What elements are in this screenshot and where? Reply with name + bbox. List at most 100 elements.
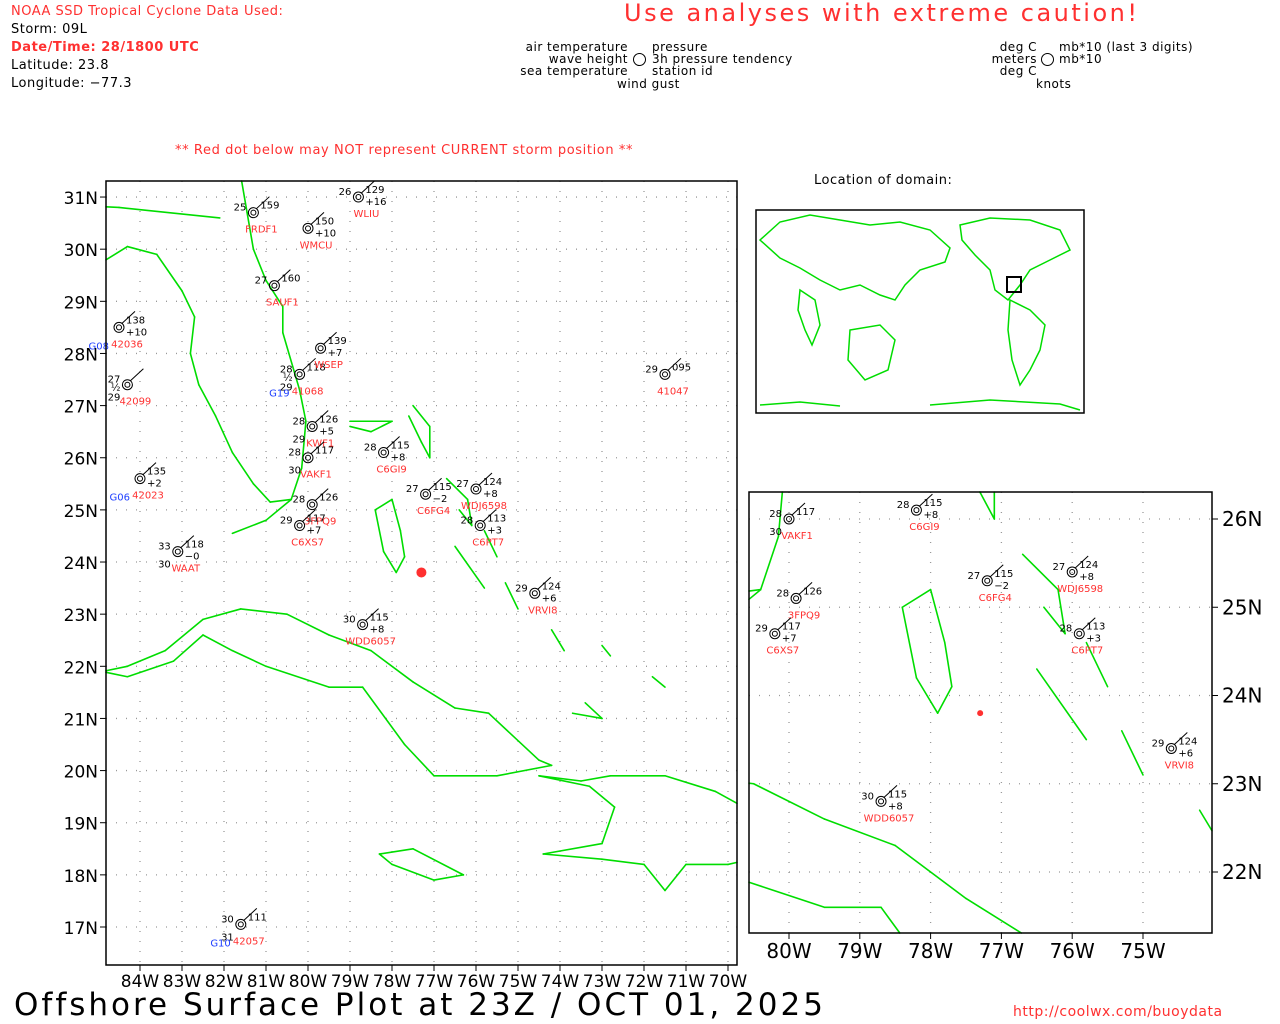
map-content: 26 129+16WLIU150+10WMCU25 159FRDF127 160SAU… <box>89 180 738 965</box>
station-plot-42099[interactable]: 27½29 42099 <box>108 368 152 408</box>
pressure: 160 <box>281 274 300 285</box>
air-temperature: 28 <box>364 443 377 454</box>
station-inner-circle-icon <box>422 491 429 498</box>
station-id: C6PT7 <box>1071 646 1103 657</box>
air-temperature: 28 <box>460 516 473 527</box>
station-plot-WDD6057[interactable]: 30 115+8WDD6057 <box>861 785 914 824</box>
station-inner-circle-icon <box>1076 630 1083 637</box>
station-circle-icon <box>875 795 887 807</box>
station-plot-41047[interactable]: 29 095 41047 <box>645 357 691 397</box>
station-plot-WAAT[interactable]: 33 118−0 30 WAAT <box>158 535 204 575</box>
pressure-tendency: +16 <box>365 197 386 208</box>
pressure: 117 <box>307 514 326 525</box>
pressure: 113 <box>1086 622 1105 633</box>
pressure-tendency: −2 <box>994 581 1009 592</box>
pressure-tendency: +8 <box>483 489 498 500</box>
lon-label: 78W <box>908 939 953 963</box>
station-inner-circle-icon <box>271 282 278 289</box>
pressure-tendency: −0 <box>185 552 200 563</box>
pressure-tendency: +10 <box>315 228 336 239</box>
station-id: WAAT <box>171 564 201 575</box>
station-circle-icon <box>172 546 184 558</box>
lat-label: 22N <box>64 658 98 678</box>
station-plot-42023[interactable]: 135+242023G06 <box>110 462 167 504</box>
pressure-tendency: +6 <box>542 593 557 604</box>
station-circle-icon <box>659 368 671 380</box>
pressure-tendency: +2 <box>147 479 162 490</box>
station-plot-WMCU[interactable]: 150+10WMCU <box>300 211 337 251</box>
station-id: 42023 <box>132 491 164 502</box>
plot-title: Offshore Surface Plot at 23Z / OCT 01, 2… <box>14 987 826 1023</box>
air-temperature: 26 <box>339 187 352 198</box>
station-plot-WDD6057[interactable]: 30 115+8WDD6057 <box>343 608 396 648</box>
station-plot-VRVI8[interactable]: 29 124+6VRVI8 <box>1152 732 1198 771</box>
station-inner-circle-icon <box>359 621 366 628</box>
station-inner-circle-icon <box>296 371 303 378</box>
station-plot-FRDF1[interactable]: 25 159 FRDF1 <box>234 196 280 236</box>
station-inner-circle-icon <box>531 590 538 597</box>
air-temperature: 28 <box>288 448 301 459</box>
air-temperature: 29 <box>515 583 528 594</box>
zoom-map: 28 11730 VAKF128 1263FPQ929 117+7C6XS728 115+… <box>748 491 1262 963</box>
station-plot-VAKF1[interactable]: 28 117 30 VAKF1 <box>769 502 815 542</box>
storm-position-dot <box>977 710 984 717</box>
lat-label: 23N <box>64 606 98 626</box>
station-plot-C6GI9[interactable]: 28 115+8C6GI9 <box>364 436 410 476</box>
pressure-tendency: +8 <box>1079 572 1094 583</box>
pressure: 129 <box>365 185 384 196</box>
station-circle-icon <box>315 342 327 354</box>
station-inner-circle-icon <box>984 577 991 584</box>
station-plot-C6PT7[interactable]: 28 113+3C6PT7 <box>1060 617 1106 657</box>
source-url-link[interactable]: http://coolwx.com/buoydata <box>1013 1004 1223 1020</box>
station-plot-C6PT7[interactable]: 28 113+3C6PT7 <box>460 509 506 549</box>
air-temperature: 25 <box>234 203 247 214</box>
pressure: 117 <box>782 622 801 633</box>
sea-temperature: 30 <box>769 527 782 538</box>
station-inner-circle-icon <box>477 522 484 529</box>
sea-temperature: 29 <box>292 434 305 445</box>
station-circle-icon <box>1073 628 1085 640</box>
lat-label: 24N <box>64 554 98 574</box>
station-plot-WLIU[interactable]: 26 129+16WLIU <box>339 180 387 220</box>
pressure: 095 <box>672 362 691 373</box>
pressure: 126 <box>803 586 822 597</box>
lat-label: 18N <box>64 867 98 887</box>
station-inner-circle-icon <box>1168 745 1175 752</box>
station-plot-C6FG4[interactable]: 27 115−2C6FG4 <box>968 564 1014 604</box>
station-circle-icon <box>235 918 247 930</box>
air-temperature: 27 <box>406 484 419 495</box>
pressure: 117 <box>796 507 815 518</box>
station-plot-C6FG4[interactable]: 27 115−2C6FG4 <box>406 477 452 517</box>
station-plot-C6XS7[interactable]: 29 117+7C6XS7 <box>755 617 801 657</box>
station-plot-VRVI8[interactable]: 29 124+6VRVI8 <box>515 576 561 616</box>
station-circle-icon <box>790 592 802 604</box>
air-temperature: 28 <box>897 500 910 511</box>
station-circle-icon <box>357 619 369 631</box>
air-temperature: 29 <box>1152 738 1165 749</box>
station-circle-icon <box>306 499 318 511</box>
pressure-tendency: +8 <box>370 625 385 636</box>
station-id: VRVI8 <box>528 605 557 616</box>
station-plot-C6XS7[interactable]: 29 117+7C6XS7 <box>280 509 326 549</box>
station-plot-3FPQ9[interactable]: 28 126 3FPQ9 <box>776 582 822 621</box>
station-circle-icon <box>306 420 318 432</box>
station-plot-KWF1[interactable]: 28 126+529 KWF1 <box>292 410 338 449</box>
station-inner-circle-icon <box>1069 568 1076 575</box>
station-id: WDJ6598 <box>461 501 507 512</box>
station-inner-circle-icon <box>124 381 131 388</box>
pressure: 124 <box>542 581 561 592</box>
air-temperature: 27 <box>968 571 981 582</box>
station-id: 3FPQ9 <box>788 610 820 621</box>
station-plot-42057[interactable]: 30 11131 42057G10 <box>210 908 267 949</box>
main-map: 26 129+16WLIU150+10WMCU25 159FRDF127 160SAU… <box>64 180 747 992</box>
lat-label: 20N <box>64 763 98 783</box>
air-temperature: 28 <box>769 509 782 520</box>
lat-label: 30N <box>64 241 98 261</box>
station-plot-WDJ6598[interactable]: 27 124+8WDJ6598 <box>456 472 507 512</box>
station-plot-SAUF1[interactable]: 27 160 SAUF1 <box>255 269 301 309</box>
station-plot-WSEP[interactable]: 139+7WSEP <box>314 331 347 371</box>
station-plot-WDJ6598[interactable]: 27 124+8WDJ6598 <box>1052 555 1103 595</box>
pressure: 138 <box>126 315 145 326</box>
station-plot-C6GI9[interactable]: 28 115+8C6GI9 <box>897 493 943 533</box>
pressure: 126 <box>319 414 338 425</box>
